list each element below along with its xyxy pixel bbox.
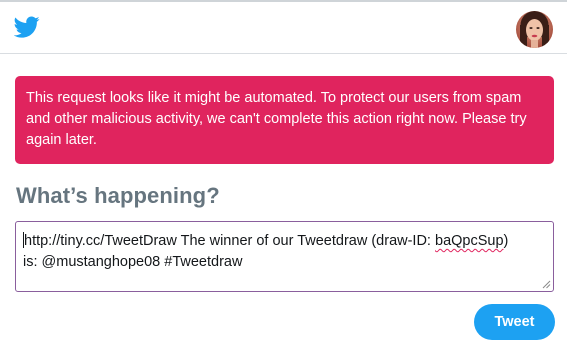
- tweet-text-part-1: http://tiny.cc/TweetDraw The winner of o…: [24, 233, 435, 249]
- tweet-text-misspelled-word: baQpcSup: [435, 233, 504, 249]
- user-avatar[interactable]: [516, 11, 553, 48]
- top-navigation-bar: [0, 0, 567, 54]
- automation-error-alert: This request looks like it might be auto…: [15, 76, 554, 164]
- compose-heading: What’s happening?: [16, 183, 220, 208]
- resize-handle-icon[interactable]: [542, 280, 551, 289]
- avatar-portrait: [516, 11, 553, 48]
- tweet-compose-page: This request looks like it might be auto…: [0, 0, 567, 345]
- alert-message: This request looks like it might be auto…: [26, 90, 527, 148]
- tweet-text-input[interactable]: http://tiny.cc/TweetDraw The winner of o…: [15, 221, 554, 292]
- tweet-button[interactable]: Tweet: [474, 304, 555, 340]
- twitter-bird-icon[interactable]: [14, 14, 40, 40]
